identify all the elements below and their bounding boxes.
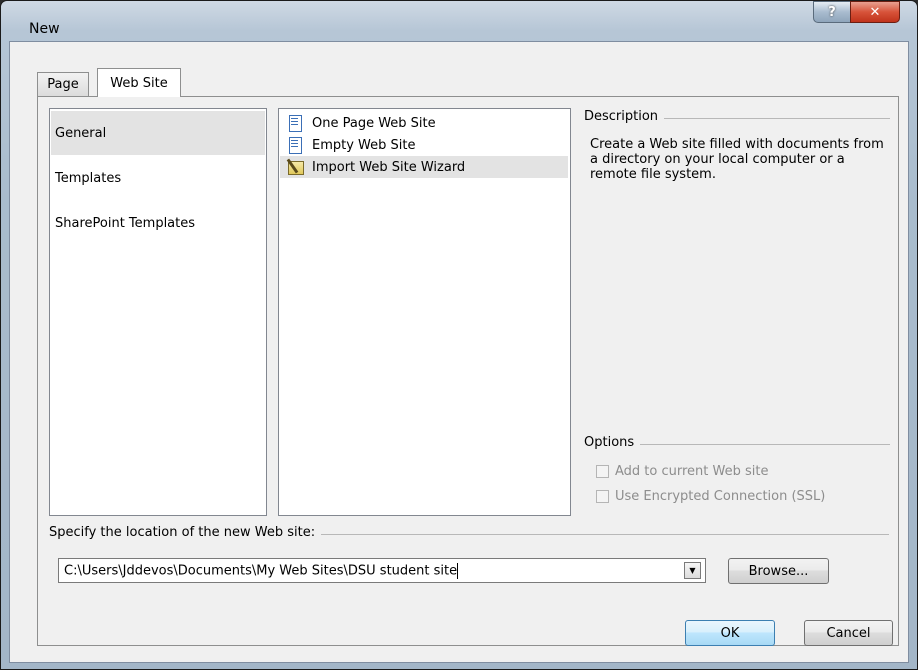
add-to-current-web-site-checkbox[interactable]: [596, 465, 609, 478]
help-icon: ?: [828, 4, 836, 20]
template-label: Empty Web Site: [312, 137, 416, 153]
dialog-title: New: [29, 21, 60, 37]
category-label: SharePoint Templates: [55, 215, 196, 231]
template-label: One Page Web Site: [312, 115, 436, 131]
use-ssl-option[interactable]: Use Encrypted Connection (SSL): [596, 489, 825, 504]
web-site-tab-panel: General Templates SharePoint Templates O…: [37, 96, 899, 646]
wizard-icon: [286, 158, 304, 176]
category-item-general[interactable]: General: [51, 111, 265, 155]
ok-button[interactable]: OK: [685, 620, 775, 646]
tab-web-site[interactable]: Web Site: [97, 68, 181, 97]
text-caret: [457, 562, 459, 579]
page-icon: [286, 114, 304, 132]
location-combobox[interactable]: C:\Users\Jddevos\Documents\My Web Sites\…: [58, 558, 706, 583]
checkbox-label: Use Encrypted Connection (SSL): [615, 489, 826, 504]
location-input[interactable]: C:\Users\Jddevos\Documents\My Web Sites\…: [59, 562, 684, 579]
add-to-current-web-site-option[interactable]: Add to current Web site: [596, 464, 768, 479]
template-list[interactable]: One Page Web Site Empty Web Site Import …: [278, 108, 571, 516]
template-item-one-page-web-site[interactable]: One Page Web Site: [280, 112, 568, 134]
description-heading: Description: [584, 109, 665, 124]
new-dialog: New ? ✕ Page Web Site General Templates …: [0, 0, 918, 670]
browse-button[interactable]: Browse...: [728, 558, 829, 584]
location-label: Specify the location of the new Web site…: [49, 525, 322, 540]
template-label: Import Web Site Wizard: [312, 159, 466, 175]
help-button[interactable]: ?: [813, 1, 851, 23]
close-icon: ✕: [869, 4, 881, 20]
tab-page[interactable]: Page: [37, 72, 89, 96]
page-icon: [286, 136, 304, 154]
checkbox-label: Add to current Web site: [615, 464, 769, 479]
chevron-down-icon: ▼: [689, 566, 696, 575]
category-item-templates[interactable]: Templates: [51, 156, 265, 200]
close-button[interactable]: ✕: [850, 1, 900, 23]
description-text: Create a Web site filled with documents …: [590, 137, 884, 182]
options-heading: Options: [584, 435, 641, 450]
use-ssl-checkbox[interactable]: [596, 490, 609, 503]
location-dropdown-button[interactable]: ▼: [684, 562, 701, 579]
template-item-empty-web-site[interactable]: Empty Web Site: [280, 134, 568, 156]
title-bar[interactable]: New ? ✕: [1, 1, 917, 41]
category-list[interactable]: General Templates SharePoint Templates: [49, 108, 267, 516]
category-label: General: [55, 125, 107, 141]
category-label: Templates: [55, 170, 122, 186]
dialog-client-area: Page Web Site General Templates SharePoi…: [9, 41, 909, 663]
category-item-sharepoint-templates[interactable]: SharePoint Templates: [51, 201, 265, 245]
cancel-button[interactable]: Cancel: [804, 620, 893, 646]
template-item-import-web-site-wizard[interactable]: Import Web Site Wizard: [280, 156, 568, 178]
